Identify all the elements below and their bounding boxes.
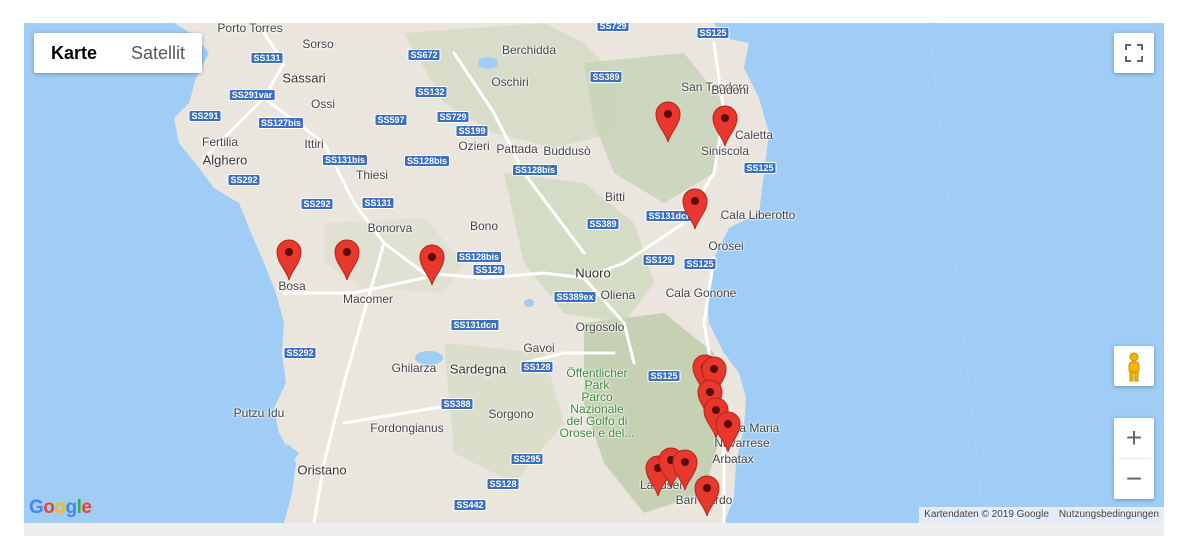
zoom-out-button[interactable]: −	[1114, 459, 1154, 499]
road-shield: SS389ex	[553, 291, 597, 303]
road-shield: SS128bis	[511, 164, 559, 176]
map-marker-pin[interactable]	[712, 105, 738, 147]
map-canvas[interactable]: Porto Torres Sorso Sassari Ossi Fertilia Algh…	[24, 23, 1164, 523]
place-label-ozieri: Ozieri	[458, 139, 490, 153]
road-shield: SS292	[227, 174, 261, 186]
street-view-button[interactable]	[1114, 346, 1154, 386]
place-label-pattada: Pattada	[496, 142, 538, 156]
map-marker-pin[interactable]	[655, 101, 681, 143]
road-shield: SS442	[453, 499, 487, 511]
road-shield: SS128bis	[455, 251, 503, 263]
attribution: Kartendaten © 2019 Google Nutzungsbeding…	[919, 507, 1164, 523]
place-label-orosei: Orosei	[708, 239, 744, 253]
pegman-icon	[1128, 352, 1140, 382]
road-shield: SS131dcn	[450, 319, 500, 331]
map-marker-pin[interactable]	[419, 244, 445, 286]
road-shield: SS128	[486, 478, 520, 490]
road-shield: SS127bis	[257, 117, 305, 129]
place-label-budduso: Buddusò	[543, 144, 591, 158]
place-label-berchidda: Berchidda	[501, 43, 557, 57]
road-shield: SS129	[642, 254, 676, 266]
place-label-sorso: Sorso	[302, 37, 334, 51]
road-shield: SS292	[283, 347, 317, 359]
road-shield: SS295	[510, 453, 544, 465]
road-shield: SS597	[374, 114, 408, 126]
map-marker-pin[interactable]	[276, 239, 302, 281]
road-shield: SS729	[436, 111, 470, 123]
place-label-nuoro: Nuoro	[575, 265, 611, 281]
map-type-satellit-button[interactable]: Satellit	[114, 33, 202, 73]
road-shield: SS131	[250, 52, 284, 64]
place-label-sardegna: Sardegna	[449, 361, 507, 377]
place-label-budoni: Budoni	[711, 83, 749, 97]
place-label-caletta: Caletta	[734, 128, 774, 142]
place-label-bonorva: Bonorva	[367, 221, 413, 235]
place-label-thiesi: Thiesi	[355, 168, 389, 182]
place-label-bosa: Bosa	[278, 279, 306, 293]
place-label-ossi: Ossi	[311, 97, 335, 111]
place-label-oristano: Oristano	[297, 462, 347, 478]
place-label-bitti: Bitti	[604, 190, 626, 204]
road-shield: SS672	[407, 49, 441, 61]
map-data-credit: Kartendaten © 2019 Google	[919, 507, 1054, 523]
place-label-ghilarza: Ghilarza	[391, 361, 437, 375]
place-label-alghero: Alghero	[202, 152, 248, 168]
place-label-fertilia: Fertilia	[201, 135, 239, 149]
map-marker-pin[interactable]	[715, 411, 741, 453]
map-marker-pin[interactable]	[334, 239, 360, 281]
place-label-park: Öffentlicher Park Parco Nazionale del Go…	[559, 366, 635, 440]
map-type-control: Karte Satellit	[34, 33, 203, 73]
place-label-sorgono: Sorgono	[488, 407, 534, 421]
zoom-control: + −	[1114, 418, 1154, 499]
road-shield: SS128bis	[403, 155, 451, 167]
road-shield: SS125	[647, 370, 681, 382]
place-label-putzu-idu: Putzu Idu	[233, 406, 285, 420]
road-shield: SS132	[414, 86, 448, 98]
map-type-karte-button[interactable]: Karte	[34, 33, 114, 73]
road-shield: SS131bis	[321, 154, 369, 166]
place-label-cala-liberotto: Cala Liberotto	[720, 208, 796, 222]
place-label-ittiri: Ittiri	[304, 137, 324, 151]
place-label-porto-torres: Porto Torres	[217, 23, 283, 35]
place-label-oschiri: Oschiri	[491, 75, 529, 89]
road-shield: SS389	[586, 218, 620, 230]
place-label-gavoi: Gavoi	[523, 341, 555, 355]
place-label-oliena: Oliena	[600, 288, 636, 302]
road-shield: SS125	[696, 27, 730, 39]
road-shield: SS125	[743, 162, 777, 174]
road-shield: SS292	[300, 198, 334, 210]
fullscreen-button[interactable]	[1114, 33, 1154, 73]
bottom-strip	[24, 523, 1164, 536]
place-label-arbatax: Arbatax	[712, 452, 754, 466]
road-shield: SS729	[596, 23, 630, 32]
place-label-sassari: Sassari	[282, 70, 326, 86]
road-shield: SS199	[455, 125, 489, 137]
place-label-fordongianus: Fordongianus	[370, 421, 444, 435]
road-shield: SS128	[520, 361, 554, 373]
terms-link[interactable]: Nutzungsbedingungen	[1053, 507, 1164, 523]
road-shield: SS131	[361, 197, 395, 209]
road-shield: SS125	[683, 258, 717, 270]
map-marker-pin[interactable]	[682, 188, 708, 230]
road-shield: SS291var	[228, 89, 276, 101]
place-label-orgosolo: Orgosolo	[575, 320, 625, 334]
road-shield: SS129	[472, 264, 506, 276]
place-label-cala-gonone: Cala Gonone	[665, 286, 737, 300]
google-logo: Google	[29, 497, 92, 518]
fullscreen-icon	[1125, 44, 1143, 62]
road-shield: SS389	[589, 71, 623, 83]
zoom-in-button[interactable]: +	[1114, 418, 1154, 458]
map-marker-pin[interactable]	[694, 475, 720, 517]
road-shield: SS388	[440, 398, 474, 410]
place-label-bono: Bono	[469, 219, 499, 233]
place-label-macomer: Macomer	[342, 292, 394, 306]
road-shield: SS291	[188, 110, 222, 122]
